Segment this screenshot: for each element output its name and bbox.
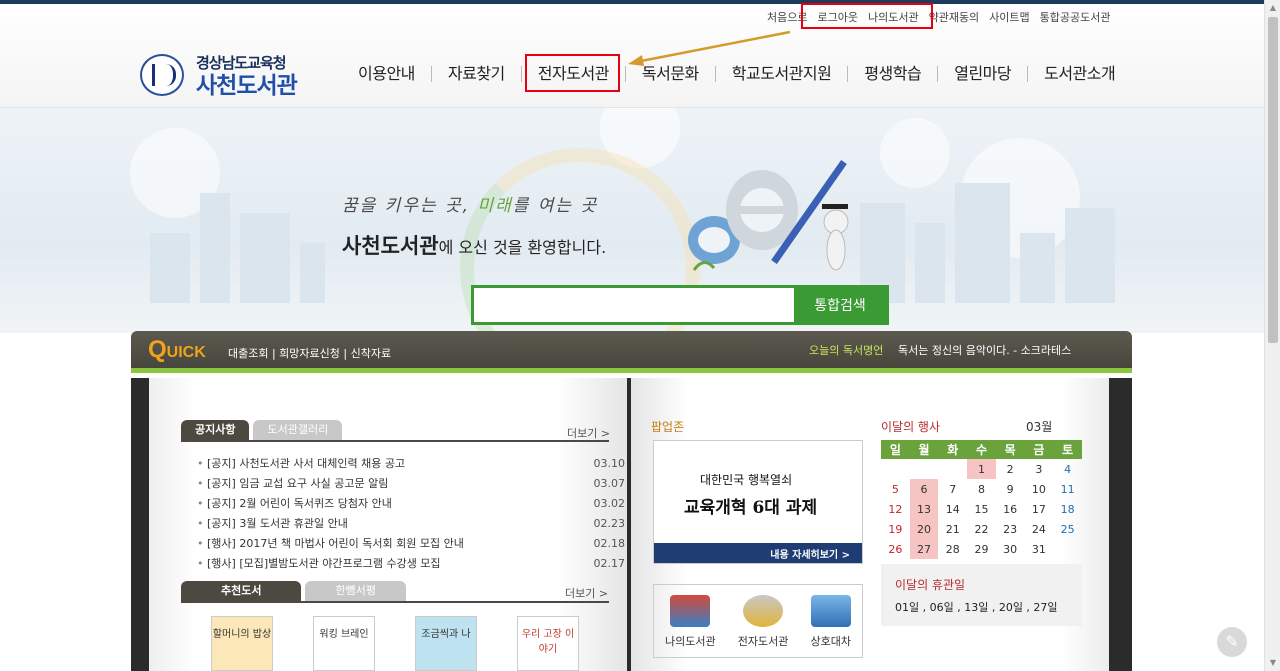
annotation-arrow <box>628 30 791 66</box>
closed-days-list: 01일 , 06일 , 13일 , 20일 , 27일 <box>895 601 1058 614</box>
book-cover[interactable]: 할머니의 밥상 <box>211 616 273 671</box>
calendar-weekday: 월 <box>909 440 939 459</box>
calendar-day[interactable]: 10 <box>1025 479 1054 499</box>
scroll-down-icon[interactable]: ▼ <box>1265 655 1280 671</box>
monitor-icon <box>810 595 851 627</box>
calendar-weekday: 금 <box>1024 440 1054 459</box>
tab-underline <box>181 601 609 603</box>
calendar-day[interactable]: 29 <box>967 539 996 559</box>
disc-icon <box>743 595 784 627</box>
calendar-day[interactable]: 4 <box>1053 459 1082 479</box>
calendar-day[interactable]: 8 <box>967 479 996 499</box>
calendar-day[interactable]: 19 <box>881 519 910 539</box>
calendar-day[interactable]: 14 <box>938 499 967 519</box>
books-more-link[interactable]: 더보기 > <box>565 585 608 601</box>
tab-underline <box>181 440 609 442</box>
content-book-frame: 공지사항 도서관갤러리 더보기 > [공지] 사천도서관 사서 대체인력 채용 … <box>131 378 1132 671</box>
calendar-day[interactable]: 17 <box>1025 499 1054 519</box>
notice-more-link[interactable]: 더보기 > <box>567 425 610 441</box>
calendar-day[interactable]: 13 <box>909 499 939 519</box>
calendar-weekday: 일 <box>881 440 910 459</box>
calendar-day[interactable]: 9 <box>996 479 1025 499</box>
calendar-weekday: 수 <box>967 440 996 459</box>
left-page: 공지사항 도서관갤러리 더보기 > [공지] 사천도서관 사서 대체인력 채용 … <box>149 378 627 671</box>
calendar-weekday: 화 <box>938 440 968 459</box>
calendar-day[interactable]: 6 <box>909 479 939 499</box>
search-input[interactable] <box>474 288 794 322</box>
tab-notices[interactable]: 공지사항 <box>181 420 250 440</box>
calendar-day <box>910 459 939 479</box>
calendar-day[interactable]: 18 <box>1053 499 1082 519</box>
popup-detail-link[interactable]: 내용 자세히보기 > <box>654 543 862 563</box>
list-item[interactable]: [공지] 3월 도서관 휴관일 안내02.23 <box>197 514 625 534</box>
reading-quote: 독서는 정신의 음악이다. - 소크라테스 <box>898 344 1072 357</box>
event-calendar: 일월화수목금토 1 2 3 4 5 6 7 8 9 10 11 12 13 14 15 16 17 18 19 20 2… <box>881 440 1082 559</box>
calendar-day[interactable]: 7 <box>938 479 967 499</box>
list-item[interactable]: [공지] 임금 교섭 요구 사실 공고문 알림03.07 <box>197 474 625 494</box>
calendar-day[interactable]: 1 <box>967 459 996 479</box>
integrated-search-bar: 통합검색 <box>471 285 889 325</box>
scroll-up-icon[interactable]: ▲ <box>1265 0 1280 16</box>
popup-line2: 교육개혁 6대 과제 <box>684 498 818 518</box>
calendar-day[interactable]: 2 <box>996 459 1025 479</box>
book-cover[interactable]: 조금씩과 나 <box>415 616 477 671</box>
calendar-heading: 이달의 행사 <box>881 420 941 434</box>
calendar-day[interactable]: 5 <box>881 479 910 499</box>
e-mascot-icon <box>688 159 849 271</box>
calendar-day[interactable]: 11 <box>1053 479 1082 499</box>
calendar-day[interactable]: 15 <box>967 499 996 519</box>
hero-slogan: 꿈을 키우는 곳, 미래를 여는 곳 <box>342 196 599 216</box>
notice-list: [공지] 사천도서관 사서 대체인력 채용 공고03.10 [공지] 임금 교섭… <box>197 454 625 574</box>
hero-welcome: 사천도서관에 오신 것을 환영합니다. <box>342 234 607 258</box>
popup-banner[interactable]: 대한민국 행복열쇠 교육개혁 6대 과제 내용 자세히보기 > <box>653 440 863 564</box>
calendar-day[interactable]: 27 <box>909 539 939 559</box>
list-item[interactable]: [공지] 2월 어린이 독서퀴즈 당첨자 안내03.02 <box>197 494 625 514</box>
floating-pen-icon[interactable]: ✎ <box>1217 627 1247 657</box>
calendar-day[interactable]: 23 <box>996 519 1025 539</box>
quicklink-e-library[interactable]: 전자도서관 <box>738 595 788 657</box>
calendar-day[interactable]: 31 <box>1025 539 1054 559</box>
calendar-day[interactable]: 26 <box>881 539 910 559</box>
search-button[interactable]: 통합검색 <box>794 288 886 322</box>
calendar-day[interactable]: 3 <box>1025 459 1054 479</box>
calendar-weekday: 토 <box>1053 440 1082 459</box>
calendar-day <box>881 459 910 479</box>
quicklink-my-library[interactable]: 나의도서관 <box>665 595 716 657</box>
tab-gallery[interactable]: 도서관갤러리 <box>253 420 343 440</box>
calendar-day <box>938 459 967 479</box>
popup-line1: 대한민국 행복열쇠 <box>700 473 793 487</box>
calendar-weekday: 목 <box>995 440 1025 459</box>
closed-days-heading: 이달의 휴관일 <box>895 578 966 592</box>
tab-recommended-books[interactable]: 추천도서 <box>181 581 302 601</box>
calendar-day[interactable]: 30 <box>996 539 1025 559</box>
tab-short-reviews[interactable]: 한뼘서평 <box>305 581 406 601</box>
book-cover[interactable]: 우리 고장 이야기 <box>517 616 579 671</box>
quick-bar: QUICK 대출조회 | 희망자료신청 | 신착자료 오늘의 독서명언 독서는 … <box>131 331 1132 373</box>
calendar-month: 03월 <box>1026 420 1053 434</box>
vertical-scrollbar[interactable]: ▲ ▼ <box>1264 0 1280 671</box>
list-item[interactable]: [행사] [모집]별밤도서관 야간프로그램 수강생 모집02.17 <box>197 554 625 574</box>
calendar-day[interactable]: 22 <box>967 519 996 539</box>
calendar-day[interactable]: 20 <box>909 519 939 539</box>
list-item[interactable]: [공지] 사천도서관 사서 대체인력 채용 공고03.10 <box>197 454 625 474</box>
calendar-day[interactable]: 24 <box>1025 519 1054 539</box>
calendar-day[interactable]: 25 <box>1053 519 1082 539</box>
calendar-day[interactable]: 21 <box>938 519 967 539</box>
quick-logo: QUICK <box>148 336 206 363</box>
list-item[interactable]: [행사] 2017년 책 마법사 어린이 독서회 회원 모집 안내02.18 <box>197 534 625 554</box>
closed-days-box: 이달의 휴관일 01일 , 06일 , 13일 , 20일 , 27일 <box>881 564 1082 626</box>
calendar-day[interactable]: 12 <box>881 499 910 519</box>
quick-icon-links: 나의도서관 전자도서관 상호대차 <box>653 584 863 658</box>
quicklink-interlibrary-loan[interactable]: 상호대차 <box>810 595 851 657</box>
calendar-day[interactable]: 16 <box>996 499 1025 519</box>
books-icon <box>670 595 711 627</box>
book-cover-list: 할머니의 밥상 워킹 브레인 조금씩과 나 우리 고장 이야기 <box>211 616 619 671</box>
calendar-day <box>1053 539 1082 559</box>
quote-label: 오늘의 독서명언 <box>809 344 884 357</box>
book-cover[interactable]: 워킹 브레인 <box>313 616 375 671</box>
popup-zone-heading: 팝업존 <box>651 420 685 434</box>
quick-links[interactable]: 대출조회 | 희망자료신청 | 신착자료 <box>228 345 391 361</box>
calendar-day[interactable]: 28 <box>938 539 967 559</box>
scroll-thumb[interactable] <box>1268 17 1278 343</box>
